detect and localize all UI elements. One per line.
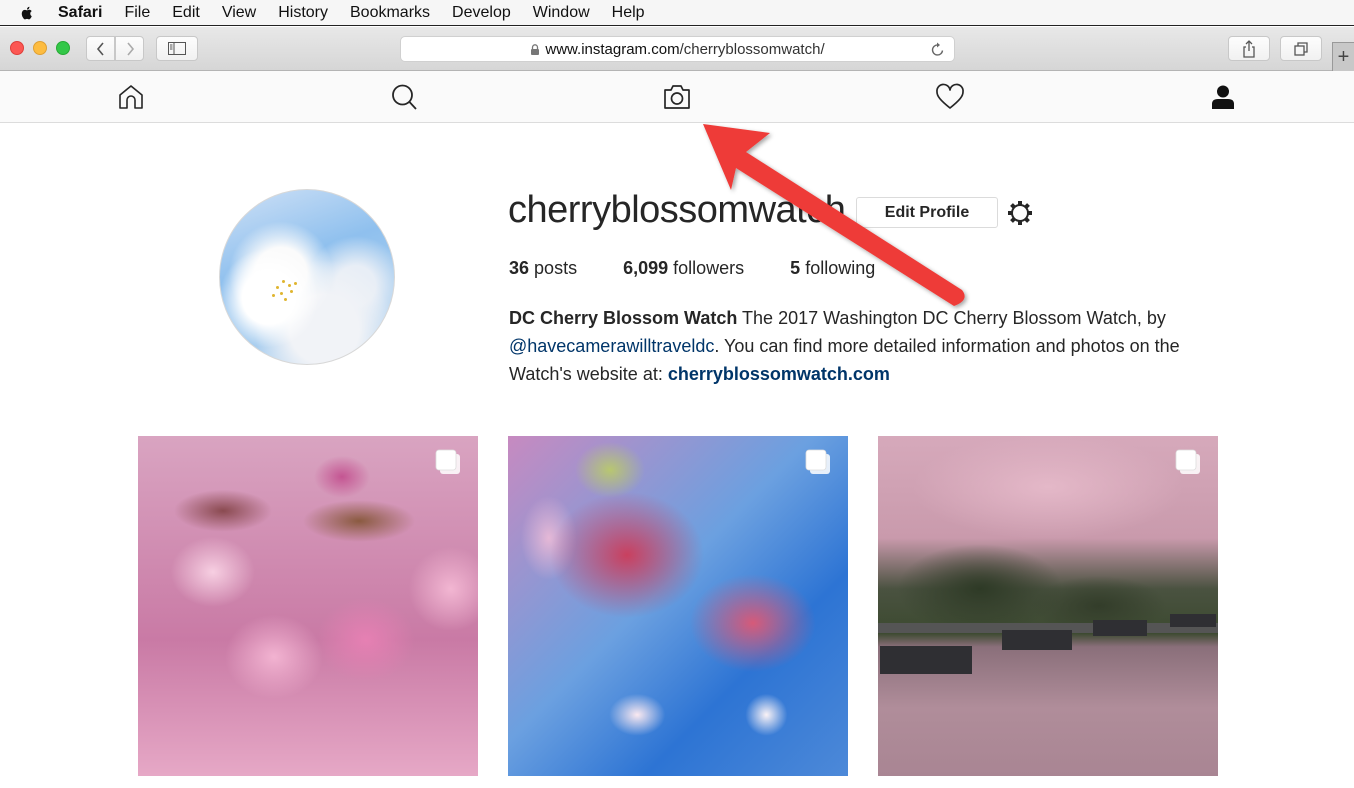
menu-bookmarks[interactable]: Bookmarks xyxy=(350,4,430,22)
new-tab-button[interactable]: + xyxy=(1332,42,1354,71)
chevron-left-icon xyxy=(96,41,104,56)
show-tabs-button[interactable] xyxy=(1280,36,1322,61)
window-zoom-button[interactable] xyxy=(56,41,70,55)
window-minimize-button[interactable] xyxy=(33,41,47,55)
address-bar[interactable]: www.instagram.com/cherryblossomwatch/ xyxy=(400,36,955,62)
multiple-images-icon xyxy=(435,449,460,474)
back-button[interactable] xyxy=(86,36,115,61)
following-link[interactable]: 5 following xyxy=(790,258,875,279)
profile-username: cherryblossomwatch xyxy=(508,189,846,231)
url-path: /cherryblossomwatch/ xyxy=(679,40,825,58)
menu-edit[interactable]: Edit xyxy=(172,4,200,22)
menu-file[interactable]: File xyxy=(124,4,150,22)
share-icon xyxy=(1243,39,1255,58)
multiple-images-icon xyxy=(1175,449,1200,474)
search-icon xyxy=(392,84,417,110)
reload-icon[interactable] xyxy=(930,41,946,58)
menu-window[interactable]: Window xyxy=(533,4,590,22)
posts-count: 36 posts xyxy=(509,258,578,278)
multiple-images-icon xyxy=(805,449,830,474)
menu-develop[interactable]: Develop xyxy=(452,4,511,22)
menu-app-safari[interactable]: Safari xyxy=(58,4,102,22)
url-domain: www.instagram.com xyxy=(545,40,680,58)
post-thumbnail[interactable] xyxy=(508,436,848,776)
menu-view[interactable]: View xyxy=(222,4,256,22)
settings-gear-icon[interactable] xyxy=(1006,199,1034,227)
lock-icon xyxy=(531,43,540,55)
macos-menu-bar: Safari File Edit View History Bookmarks … xyxy=(0,0,1354,26)
bio-text: The 2017 Washington DC Cherry Blossom Wa… xyxy=(737,308,1166,328)
post-thumbnail[interactable] xyxy=(878,436,1218,776)
nav-camera-button[interactable] xyxy=(661,81,693,113)
share-button[interactable] xyxy=(1228,36,1270,61)
window-close-button[interactable] xyxy=(10,41,24,55)
profile-bio: DC Cherry Blossom Watch The 2017 Washing… xyxy=(509,304,1229,388)
nav-search-button[interactable] xyxy=(388,81,420,113)
nav-home-button[interactable] xyxy=(115,81,147,113)
instagram-nav-bar xyxy=(0,71,1354,123)
home-icon xyxy=(119,85,143,109)
tabs-overview-icon xyxy=(1294,41,1308,56)
nav-activity-button[interactable] xyxy=(934,81,966,113)
forward-button[interactable] xyxy=(115,36,144,61)
apple-logo-icon[interactable] xyxy=(18,4,36,22)
menu-history[interactable]: History xyxy=(278,4,328,22)
chevron-right-icon xyxy=(126,41,134,56)
profile-icon xyxy=(1212,85,1234,109)
camera-icon xyxy=(664,85,690,109)
sidebar-toggle-button[interactable] xyxy=(156,36,198,61)
edit-profile-button[interactable]: Edit Profile xyxy=(856,197,998,228)
bio-mention-link[interactable]: @havecamerawilltraveldc xyxy=(509,336,714,356)
sidebar-icon xyxy=(168,42,186,55)
bio-display-name: DC Cherry Blossom Watch xyxy=(509,308,738,328)
profile-avatar[interactable] xyxy=(219,189,395,365)
post-thumbnail[interactable] xyxy=(138,436,478,776)
menu-help[interactable]: Help xyxy=(612,4,645,22)
profile-stats: 36 posts 6,099 followers 5 following xyxy=(509,258,921,279)
followers-link[interactable]: 6,099 followers xyxy=(623,258,744,279)
heart-icon xyxy=(936,83,964,109)
bio-website-link[interactable]: cherryblossomwatch.com xyxy=(668,364,890,384)
nav-profile-button[interactable] xyxy=(1207,81,1239,113)
